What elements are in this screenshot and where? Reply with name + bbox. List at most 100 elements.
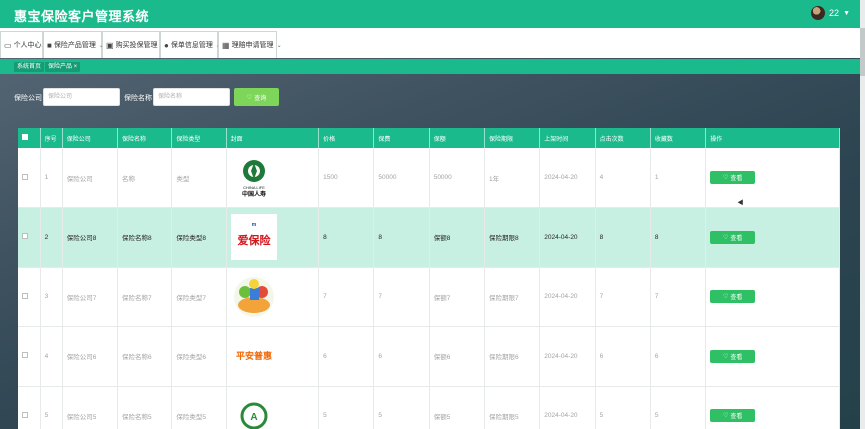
username[interactable]: 22 xyxy=(829,8,839,18)
column-header: 操作 xyxy=(705,128,840,148)
ai-insurance-logo: m 爱保险 xyxy=(230,214,277,261)
row-checkbox[interactable] xyxy=(22,292,28,299)
tab-home[interactable]: 系统首页 xyxy=(14,62,45,72)
svg-text:CHINA LIFE: CHINA LIFE xyxy=(243,185,265,190)
cell-company: 保险公司8 xyxy=(62,207,119,268)
heart-icon: ♡ xyxy=(722,234,729,241)
cell-amount: 50000 xyxy=(429,148,486,208)
cell-price: 1500 xyxy=(318,148,375,208)
nav-label: 保单信息管理 xyxy=(170,42,213,49)
svg-text:中国人寿: 中国人寿 xyxy=(242,190,266,198)
svg-text:A: A xyxy=(250,412,257,423)
scrollbar-thumb[interactable] xyxy=(860,28,865,76)
cell-amount: 保额7 xyxy=(429,267,486,327)
view-button[interactable]: ♡ 查看 xyxy=(710,349,756,363)
cell-price: 5 xyxy=(318,386,375,429)
company-search-input[interactable] xyxy=(43,88,120,106)
ag-logo: A xyxy=(240,402,268,429)
row-checkbox[interactable] xyxy=(22,173,28,180)
fruit-basket-illustration xyxy=(233,276,274,317)
cell-amount: 保额6 xyxy=(429,326,486,387)
search-button[interactable]: ♡ 查询 xyxy=(234,88,279,106)
column-header: 点击次数 xyxy=(595,128,651,148)
nav-item-policy-info[interactable]: ● 保单信息管理 ⌄ xyxy=(160,31,221,58)
cover-image: m 爱保险 xyxy=(230,214,277,261)
row-checkbox[interactable] xyxy=(22,411,28,418)
nav-item-claims[interactable]: ▦ 理赔申请管理 ⌄ xyxy=(218,31,282,58)
row-checkbox[interactable] xyxy=(22,352,28,359)
column-header: 保额 xyxy=(429,128,486,148)
cell-price: 6 xyxy=(318,326,375,387)
monitor-icon: ▭ xyxy=(4,40,12,50)
caret-down-icon[interactable]: ▼ xyxy=(843,10,850,17)
cell-term: 保险期限8 xyxy=(484,207,541,268)
view-button[interactable]: ♡ 查看 xyxy=(710,290,756,304)
name-search-input[interactable] xyxy=(153,88,230,106)
cell-type: 保险类型8 xyxy=(171,207,227,268)
tab-insurance-products[interactable]: 保险产品 × xyxy=(45,62,81,72)
main-nav: ▭ 个人中心 ⌄ ■ 保险产品管理 ⌄ ▣ 购买投保管理 ⌄ ● 保单信息管理 … xyxy=(0,28,860,58)
view-button[interactable]: ♡ 查看 xyxy=(710,171,756,184)
select-all-cell[interactable] xyxy=(18,128,41,148)
cell-type: 保险类型6 xyxy=(171,326,227,387)
cell-term: 保险期限7 xyxy=(484,267,541,327)
table-row[interactable]: 4 保险公司6 保险名称6 保险类型6 平安普惠 6 6 保额6 保险期限6 2… xyxy=(18,326,840,387)
product-table: 序号 保险公司 保险名称 保险类型 封面 价格 保费 保额 保险期限 上架时间 … xyxy=(18,128,840,429)
cell-index: 4 xyxy=(40,326,63,387)
tab-strip: 系统首页 保险产品 × xyxy=(0,59,860,74)
cell-name: 保险名称6 xyxy=(117,326,173,387)
cell-premium: 5 xyxy=(373,386,430,429)
nav-item-personal-center[interactable]: ▭ 个人中心 ⌄ xyxy=(0,31,50,58)
view-button[interactable]: ♡ 查看 xyxy=(710,409,756,423)
search-button-label: 查询 xyxy=(254,95,267,102)
svg-text:平安普惠: 平安普惠 xyxy=(236,350,272,362)
view-button[interactable]: ♡ 查看 xyxy=(710,230,756,244)
cell-company: 保险公司6 xyxy=(62,326,119,387)
cell-name: 保险名称5 xyxy=(117,386,173,429)
nav-label: 保险产品管理 xyxy=(53,42,96,49)
column-header: 保险公司 xyxy=(62,128,119,148)
page-scrollbar[interactable] xyxy=(860,0,865,429)
view-button-label: 查看 xyxy=(730,235,743,242)
cell-premium: 50000 xyxy=(373,148,430,208)
cell-date: 2024-04-20 xyxy=(539,207,596,268)
cell-favorites: 8 xyxy=(650,207,707,268)
nav-item-purchase[interactable]: ▣ 购买投保管理 ⌄ xyxy=(102,31,166,58)
cell-clicks: 8 xyxy=(595,207,651,268)
cover-image: A xyxy=(231,393,277,429)
cell-clicks: 4 xyxy=(595,148,651,208)
user-avatar[interactable] xyxy=(811,6,826,20)
cell-cover: m 爱保险 xyxy=(226,207,320,268)
cell-cover: 平安普惠 xyxy=(226,326,320,387)
cell-amount: 保额8 xyxy=(429,207,486,268)
cell-premium: 6 xyxy=(373,326,430,387)
table-row[interactable]: 3 保险公司7 保险名称7 保险类型7 7 7 保额7 保险期限7 2024-0… xyxy=(18,267,840,327)
cell-type: 保险类型7 xyxy=(171,267,227,327)
row-checkbox[interactable] xyxy=(22,233,28,240)
cell-term: 保险期限6 xyxy=(484,326,541,387)
cell-premium: 7 xyxy=(373,267,430,327)
view-button-label: 查看 xyxy=(730,176,743,182)
nav-item-insurance-products[interactable]: ■ 保险产品管理 ⌄ xyxy=(43,31,104,58)
table-row[interactable]: 1 保险公司 名称 类型 CHINA LIFE 中国人寿 1500 50000 … xyxy=(18,148,840,208)
heart-icon: ♡ xyxy=(722,413,729,420)
cell-action: ♡ 查看 xyxy=(705,386,840,429)
cell-term: 1年 xyxy=(484,148,541,208)
table-row[interactable]: 5 保险公司5 保险名称5 保险类型5 A 5 5 保额5 保险期限5 2024… xyxy=(18,386,840,429)
view-button-label: 查看 xyxy=(730,414,743,421)
table-row[interactable]: 2 保险公司8 保险名称8 保险类型8 m 爱保险 8 8 保额8 保险期限8 … xyxy=(18,207,840,268)
heart-icon: ♡ xyxy=(722,294,729,301)
view-button-label: 查看 xyxy=(730,354,743,361)
ping-an-logo: 平安普惠 xyxy=(236,350,272,362)
select-all-checkbox[interactable] xyxy=(22,134,28,140)
cell-date: 2024-04-20 xyxy=(539,267,596,327)
cell-date: 2024-04-20 xyxy=(539,386,596,429)
column-header: 封面 xyxy=(226,128,320,148)
cell-favorites: 1 xyxy=(650,148,707,208)
cell-favorites: 6 xyxy=(650,326,707,387)
user-menu[interactable]: 22 ▼ xyxy=(811,6,850,20)
cell-cover xyxy=(226,267,320,327)
top-header: 惠宝保险客户管理系统 22 ▼ xyxy=(0,0,860,28)
cell-action: ♡ 查看 xyxy=(705,267,840,327)
table-header-row: 序号 保险公司 保险名称 保险类型 封面 价格 保费 保额 保险期限 上架时间 … xyxy=(18,128,840,148)
